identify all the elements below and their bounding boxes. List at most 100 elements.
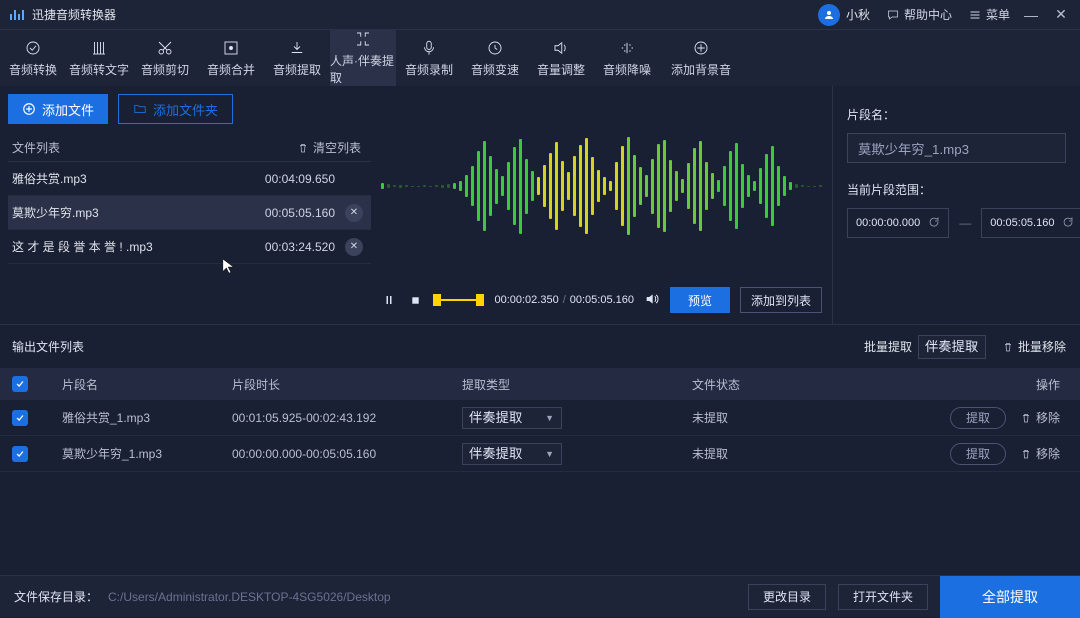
range-dash: — [959, 216, 971, 230]
time-display: 00:00:02.350/00:05:05.160 [494, 294, 634, 306]
col-operation: 操作 [906, 376, 1066, 393]
row-remove-button[interactable]: 移除 [1020, 445, 1060, 462]
time-total: 00:05:05.160 [570, 294, 634, 306]
close-button[interactable]: ✕ [1052, 6, 1070, 23]
range-start-box[interactable]: 00:00:00.000 [847, 208, 949, 238]
user-area[interactable]: 小秋 [818, 4, 870, 26]
tool-6[interactable]: 音频录制 [396, 30, 462, 86]
reset-start-icon[interactable] [928, 216, 940, 231]
batch-extract-select[interactable]: 伴奏提取 [918, 335, 986, 359]
file-duration: 00:03:24.520 [225, 240, 335, 254]
row-checkbox[interactable] [12, 410, 28, 426]
remove-file-button[interactable]: ✕ [345, 204, 363, 222]
row-remove-button[interactable]: 移除 [1020, 409, 1060, 426]
add-to-list-button[interactable]: 添加到列表 [740, 287, 822, 313]
tool-label: 音量调整 [537, 61, 585, 78]
seek-slider[interactable] [433, 292, 484, 308]
tool-5[interactable]: 人声·伴奏提取 [330, 30, 396, 86]
file-row[interactable]: 雅俗共赏.mp300:04:09.650 [8, 162, 371, 196]
pause-button[interactable] [381, 292, 397, 308]
titlebar: 迅捷音频转换器 小秋 帮助中心 菜单 — ✕ [0, 0, 1080, 30]
tool-icon [486, 39, 504, 57]
row-type-select[interactable]: 伴奏提取 [462, 443, 562, 465]
tool-icon [288, 39, 306, 57]
segment-range-label: 当前片段范围： [847, 181, 1066, 198]
tool-8[interactable]: 音量调整 [528, 30, 594, 86]
segment-settings-panel: 片段名： 当前片段范围： 00:00:00.000 — 00:05:05.160 [832, 86, 1080, 324]
segment-name-label: 片段名： [847, 106, 1066, 123]
row-extract-button[interactable]: 提取 [950, 407, 1006, 429]
file-list-title: 文件列表 [12, 139, 60, 156]
file-row[interactable]: 莫欺少年穷.mp300:05:05.160 ✕ [8, 196, 371, 230]
folder-icon [133, 102, 147, 116]
tool-3[interactable]: 音频合并 [198, 30, 264, 86]
save-dir-path: C:/Users/Administrator.DESKTOP-4SG5026/D… [108, 590, 748, 604]
row-extract-button[interactable]: 提取 [950, 443, 1006, 465]
add-file-button[interactable]: 添加文件 [8, 94, 108, 124]
row-name: 莫欺少年穷_1.mp3 [62, 445, 232, 462]
clear-list-button[interactable]: 清空列表 [297, 139, 361, 156]
tool-label: 音频变速 [471, 61, 519, 78]
add-folder-label: 添加文件夹 [153, 100, 218, 119]
tool-icon [90, 39, 108, 57]
tool-label: 人声·伴奏提取 [330, 52, 396, 86]
tool-icon [156, 39, 174, 57]
waveform-display[interactable] [381, 96, 822, 276]
trash-icon [1002, 341, 1014, 353]
row-checkbox[interactable] [12, 446, 28, 462]
time-current: 00:00:02.350 [494, 294, 558, 306]
output-table-header: 片段名 片段时长 提取类型 文件状态 操作 [0, 368, 1080, 400]
toolbar: 音频转换音频转文字音频剪切音频合并音频提取人声·伴奏提取音频录制音频变速 音量调整… [0, 30, 1080, 86]
file-duration: 00:05:05.160 [225, 206, 335, 220]
tool-10[interactable]: 添加背景音 [660, 30, 742, 86]
col-type: 提取类型 [462, 376, 692, 393]
output-title: 输出文件列表 [12, 338, 864, 355]
extract-all-button[interactable]: 全部提取 [940, 576, 1080, 618]
tool-0[interactable]: 音频转换 [0, 30, 66, 86]
change-dir-button[interactable]: 更改目录 [748, 584, 826, 610]
trash-icon [297, 142, 309, 154]
output-header: 输出文件列表 批量提取 伴奏提取 ▼ 批量移除 [0, 324, 1080, 368]
minimize-button[interactable]: — [1022, 7, 1040, 23]
row-name: 雅俗共赏_1.mp3 [62, 409, 232, 426]
col-name: 片段名 [62, 376, 232, 393]
select-all-checkbox[interactable] [12, 376, 28, 392]
menu-label: 菜单 [986, 6, 1010, 23]
tool-7[interactable]: 音频变速 [462, 30, 528, 86]
tool-icon [692, 39, 710, 57]
logo-icon [10, 10, 24, 20]
volume-button[interactable] [644, 291, 660, 310]
transport-bar: 00:00:02.350/00:05:05.160 预览 添加到列表 [381, 282, 822, 318]
stop-button[interactable] [407, 292, 423, 308]
range-end-value: 00:05:05.160 [990, 217, 1054, 229]
output-row: 雅俗共赏_1.mp300:01:05.925-00:02:43.192伴奏提取▼… [0, 400, 1080, 436]
add-folder-button[interactable]: 添加文件夹 [118, 94, 233, 124]
batch-remove-button[interactable]: 批量移除 [1002, 338, 1066, 355]
file-name: 这 才 是 段 誉 本 誉 ! .mp3 [12, 238, 225, 255]
segment-name-input[interactable] [847, 133, 1066, 163]
row-state: 未提取 [692, 445, 906, 462]
tool-4[interactable]: 音频提取 [264, 30, 330, 86]
tool-2[interactable]: 音频剪切 [132, 30, 198, 86]
file-duration: 00:04:09.650 [225, 172, 335, 186]
menu-button[interactable]: 菜单 [968, 6, 1010, 23]
range-end-box[interactable]: 00:05:05.160 [981, 208, 1080, 238]
plus-circle-icon [22, 102, 36, 116]
preview-button[interactable]: 预览 [670, 287, 730, 313]
tool-9[interactable]: 音频降噪 [594, 30, 660, 86]
remove-file-button[interactable]: ✕ [345, 238, 363, 256]
tool-icon [222, 39, 240, 57]
help-label: 帮助中心 [904, 6, 952, 23]
file-row[interactable]: 这 才 是 段 誉 本 誉 ! .mp300:03:24.520 ✕ [8, 230, 371, 264]
row-duration: 00:00:00.000-00:05:05.160 [232, 447, 462, 461]
row-type-select[interactable]: 伴奏提取 [462, 407, 562, 429]
reset-end-icon[interactable] [1062, 216, 1074, 231]
help-center-button[interactable]: 帮助中心 [886, 6, 952, 23]
app-title: 迅捷音频转换器 [32, 6, 116, 23]
tool-icon [420, 39, 438, 57]
open-dir-button[interactable]: 打开文件夹 [838, 584, 928, 610]
row-duration: 00:01:05.925-00:02:43.192 [232, 411, 462, 425]
col-state: 文件状态 [692, 376, 906, 393]
tool-1[interactable]: 音频转文字 [66, 30, 132, 86]
file-name: 莫欺少年穷.mp3 [12, 204, 225, 221]
